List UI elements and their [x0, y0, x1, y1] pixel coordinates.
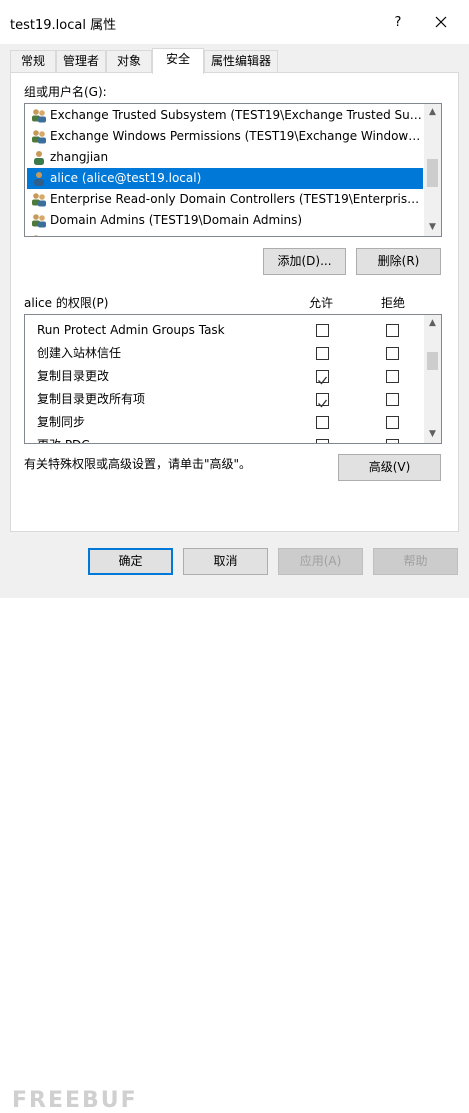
allow-checkbox[interactable]: [316, 347, 329, 360]
checkmark-icon: [318, 376, 328, 385]
list-item[interactable]: zhangjian: [27, 147, 423, 168]
permission-name: 复制目录更改所有项: [37, 392, 146, 406]
group-icon: [32, 214, 46, 228]
permission-row: 复制目录更改: [25, 365, 425, 388]
tab-attribute-editor[interactable]: 属性编辑器: [204, 50, 278, 72]
scroll-down-icon[interactable]: ▼: [424, 426, 441, 443]
permission-name: Run Protect Admin Groups Task: [37, 323, 225, 337]
principal-name: zhangjian: [50, 150, 109, 164]
permissions-label: alice 的权限(P): [24, 296, 109, 310]
permission-name: 创建入站林信任: [37, 346, 122, 360]
scroll-thumb[interactable]: [427, 159, 438, 187]
deny-checkbox[interactable]: [386, 416, 399, 429]
cancel-button[interactable]: 取消: [183, 548, 268, 575]
group-icon: [32, 130, 46, 144]
add-button[interactable]: 添加(D)...: [263, 248, 346, 275]
permission-row: 复制目录更改所有项: [25, 388, 425, 411]
deny-checkbox[interactable]: [386, 324, 399, 337]
allow-header: 允许: [309, 296, 334, 310]
close-icon[interactable]: [427, 8, 455, 36]
deny-header: 拒绝: [381, 296, 406, 310]
list-item[interactable]: Exchange Windows Permissions (TEST19\Exc…: [27, 126, 423, 147]
allow-checkbox[interactable]: [316, 439, 329, 443]
principals-scrollbar[interactable]: ▲ ▼: [424, 104, 441, 236]
user-icon: [34, 151, 44, 165]
deny-checkbox[interactable]: [386, 439, 399, 443]
principal-name: alice (alice@test19.local): [50, 171, 202, 185]
help-icon[interactable]: ?: [387, 12, 409, 34]
dialog-footer: FREEBUF 确定 取消 应用(A) 帮助: [0, 532, 469, 1113]
principal-name: Exchange Windows Permissions (TEST19\Exc…: [50, 129, 422, 143]
tab-strip: 常规 管理者 对象 安全 属性编辑器: [8, 48, 468, 74]
allow-checkbox[interactable]: [316, 370, 329, 385]
permissions-list: Run Protect Admin Groups Task 创建入站林信任 复制…: [24, 314, 442, 444]
scroll-down-icon[interactable]: ▼: [424, 219, 441, 236]
list-item[interactable]: Domain Admins (TEST19\Domain Admins): [27, 210, 423, 231]
permission-row: 复制同步: [25, 411, 425, 434]
remove-button[interactable]: 删除(R): [356, 248, 441, 275]
ok-button[interactable]: 确定: [88, 548, 173, 575]
deny-checkbox[interactable]: [386, 347, 399, 360]
tab-general[interactable]: 常规: [10, 50, 56, 72]
properties-dialog: test19.local 属性 ? 常规 管理者 对象 安全 属性编辑器 组或用…: [0, 0, 469, 1113]
checkmark-icon: [318, 399, 328, 408]
deny-checkbox[interactable]: [386, 370, 399, 383]
scroll-up-icon[interactable]: ▲: [424, 315, 441, 332]
help-button[interactable]: 帮助: [373, 548, 458, 575]
principal-name: Enterprise Read-only Domain Controllers …: [50, 192, 422, 206]
allow-checkbox[interactable]: [316, 393, 329, 408]
tab-object[interactable]: 对象: [106, 50, 152, 72]
permission-row-partial: 更改 PDC: [25, 434, 425, 443]
window-title: test19.local 属性: [10, 18, 117, 33]
permission-row: Run Protect Admin Groups Task: [25, 319, 425, 342]
group-icon: [34, 235, 38, 236]
title-bar: test19.local 属性 ?: [0, 0, 469, 44]
principals-label: 组或用户名(G):: [24, 85, 107, 99]
list-item[interactable]: Enterprise Read-only Domain Controllers …: [27, 189, 423, 210]
list-item[interactable]: Exchange Trusted Subsystem (TEST19\Excha…: [27, 105, 423, 126]
list-item-partial[interactable]: [27, 231, 423, 236]
watermark: FREEBUF: [12, 1088, 138, 1113]
user-icon: [34, 172, 44, 186]
advanced-hint: 有关特殊权限或高级设置，请单击"高级"。: [24, 457, 252, 471]
allow-checkbox[interactable]: [316, 416, 329, 429]
deny-checkbox[interactable]: [386, 393, 399, 406]
permission-name: 更改 PDC: [37, 434, 90, 443]
list-item-selected[interactable]: alice (alice@test19.local): [27, 168, 423, 189]
principal-name: Domain Admins (TEST19\Domain Admins): [50, 213, 303, 227]
permissions-scrollbar[interactable]: ▲ ▼: [424, 315, 441, 443]
group-icon: [32, 193, 46, 207]
tab-security[interactable]: 安全: [152, 48, 204, 74]
principals-list[interactable]: Exchange Trusted Subsystem (TEST19\Excha…: [24, 103, 442, 237]
allow-checkbox[interactable]: [316, 324, 329, 337]
permission-name: 复制同步: [37, 415, 86, 429]
tab-managed-by[interactable]: 管理者: [56, 50, 106, 72]
scroll-up-icon[interactable]: ▲: [424, 104, 441, 121]
scroll-thumb[interactable]: [427, 352, 438, 370]
apply-button[interactable]: 应用(A): [278, 548, 363, 575]
group-icon: [32, 109, 46, 123]
permission-row: 创建入站林信任: [25, 342, 425, 365]
permission-name: 复制目录更改: [37, 369, 110, 383]
advanced-button[interactable]: 高级(V): [338, 454, 441, 481]
principal-name: Exchange Trusted Subsystem (TEST19\Excha…: [50, 108, 422, 122]
